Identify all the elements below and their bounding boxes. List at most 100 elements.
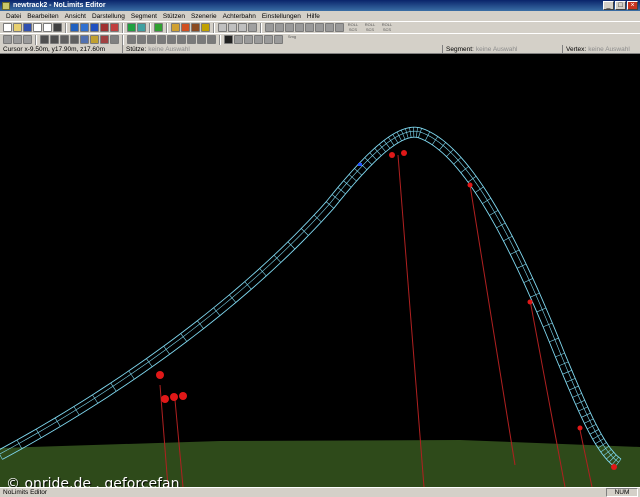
toolbar-tool-icon[interactable] [50,35,59,44]
support-node[interactable] [467,182,473,188]
toolbar-tool-icon[interactable] [264,35,273,44]
toolbar-tool-icon[interactable] [254,35,263,44]
support-column[interactable] [469,184,516,466]
menu-bearbeiten[interactable]: Bearbeiten [24,13,61,20]
track-rail[interactable] [0,126,622,460]
toolbar-tool-icon[interactable] [127,35,136,44]
toolbar-text-button[interactable]: Smg [284,34,300,44]
menu-hilfe[interactable]: Hilfe [304,13,323,20]
support-node[interactable] [161,395,169,403]
support-node[interactable] [156,371,164,379]
toolbar-tool-icon[interactable] [171,23,180,32]
toolbar-tool-icon[interactable] [3,35,12,44]
toolbar-tool-icon[interactable] [110,35,119,44]
track-rail[interactable] [0,130,619,463]
toolbar-tool-icon[interactable] [13,23,22,32]
toolbar-tool-icon[interactable] [177,35,186,44]
toolbar-tool-icon[interactable] [315,23,324,32]
toolbar-tool-icon[interactable] [157,35,166,44]
toolbar-tool-icon[interactable] [43,23,52,32]
menu-ansicht[interactable]: Ansicht [62,13,89,20]
toolbar-tool-icon[interactable] [191,23,200,32]
toolbar-tool-icon[interactable] [197,35,206,44]
menu-darstellung[interactable]: Darstellung [89,13,128,20]
toolbar-tool-icon[interactable] [80,35,89,44]
toolbar-separator [213,22,215,33]
support-node[interactable] [611,464,617,470]
toolbar-text-button[interactable]: ROLL SCS [362,22,378,32]
toolbar-tool-icon[interactable] [275,23,284,32]
toolbar-tool-icon[interactable] [137,35,146,44]
toolbar-tool-icon[interactable] [305,23,314,32]
toolbar-tool-icon[interactable] [207,35,216,44]
toolbar-tool-icon[interactable] [33,23,42,32]
toolbar-tool-icon[interactable] [147,35,156,44]
toolbar-tool-icon[interactable] [110,23,119,32]
toolbar-tool-icon[interactable] [248,23,257,32]
menu-stuetzen[interactable]: Stützen [160,13,188,20]
track-scene[interactable] [0,55,640,487]
toolbar-tool-icon[interactable] [3,23,12,32]
toolbar-tool-icon[interactable] [274,35,283,44]
maximize-button[interactable]: □ [615,1,626,10]
toolbar-tool-icon[interactable] [127,23,136,32]
support-node[interactable] [179,392,187,400]
track-crosstie [273,254,282,263]
toolbar-tool-icon[interactable] [90,35,99,44]
toolbar-tool-icon[interactable] [335,23,344,32]
toolbar-tool-icon[interactable] [70,35,79,44]
support-node[interactable] [401,150,407,156]
track-rail[interactable] [2,136,616,468]
toolbar-tool-icon[interactable] [53,23,62,32]
toolbar-tool-icon[interactable] [100,23,109,32]
toolbar-tool-icon[interactable] [80,23,89,32]
toolbar-tool-icon[interactable] [244,35,253,44]
vertex-marker[interactable] [358,163,362,166]
track-crosstie [409,127,412,138]
toolbar-tool-icon[interactable] [154,23,163,32]
toolbar-tool-icon[interactable] [181,23,190,32]
toolbar-tool-icon[interactable] [90,23,99,32]
toolbar-tool-icon[interactable] [40,35,49,44]
menu-einstellungen[interactable]: Einstellungen [259,13,304,20]
support-node[interactable] [170,393,178,401]
support-column[interactable] [397,154,425,487]
title-bar: newtrack2 - NoLimits Editor _ □ × [0,0,640,11]
toolbar-tool-icon[interactable] [218,23,227,32]
close-button[interactable]: × [627,1,638,10]
toolbar-tool-icon[interactable] [238,23,247,32]
window-controls: _ □ × [603,1,638,10]
toolbar-tool-icon[interactable] [23,23,32,32]
toolbar-tool-icon[interactable] [201,23,210,32]
toolbar-tool-icon[interactable] [234,35,243,44]
support-node[interactable] [577,425,583,431]
toolbar-tool-icon[interactable] [325,23,334,32]
toolbar-tool-icon[interactable] [100,35,109,44]
menu-achterbahn[interactable]: Achterbahn [220,13,259,20]
toolbar-tool-icon[interactable] [167,35,176,44]
menu-segment[interactable]: Segment [128,13,160,20]
toolbar-tool-icon[interactable] [187,35,196,44]
menu-szenerie[interactable]: Szenerie [188,13,220,20]
toolbar-tool-icon[interactable] [295,23,304,32]
support-node[interactable] [527,299,533,305]
toolbar-tool-icon[interactable] [265,23,274,32]
toolbar-tool-icon[interactable] [70,23,79,32]
minimize-button[interactable]: _ [603,1,614,10]
toolbar-tool-icon[interactable] [23,35,32,44]
menu-datei[interactable]: Datei [3,13,24,20]
toolbar-tool-icon[interactable] [285,23,294,32]
toolbar-text-button[interactable]: ROLL SCS [345,22,361,32]
track-crosstie [418,128,422,138]
3d-viewport[interactable] [0,55,640,487]
toolbar-tool-icon[interactable] [13,35,22,44]
toolbar-tool-icon[interactable] [60,35,69,44]
toolbar-tool-icon[interactable] [228,23,237,32]
segment-label: Segment: [446,45,474,53]
support-node[interactable] [389,152,395,158]
track-crosstie [259,268,267,277]
toolbar-tool-icon[interactable] [224,35,233,44]
toolbar-separator [122,34,124,45]
toolbar-tool-icon[interactable] [137,23,146,32]
toolbar-text-button[interactable]: ROLL SCS [379,22,395,32]
